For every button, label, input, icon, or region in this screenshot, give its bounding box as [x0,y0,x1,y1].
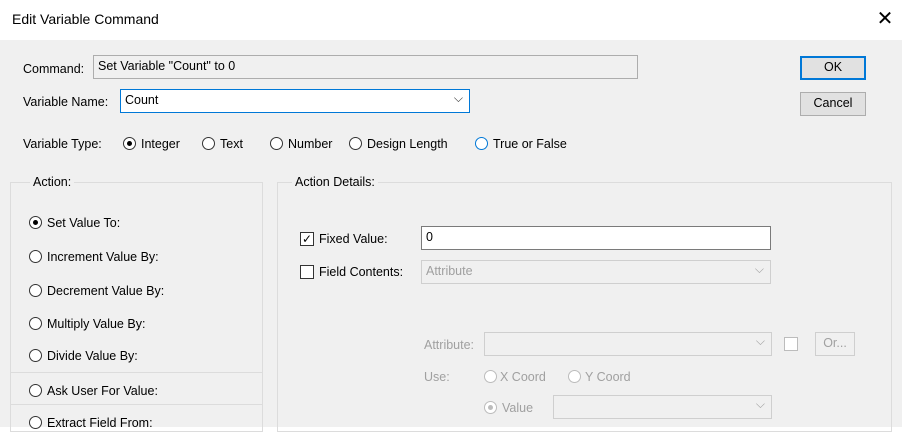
radio-decrement-value-label: Decrement Value By: [47,284,165,298]
radio-multiply-value[interactable] [29,317,42,330]
radio-ask-user-label: Ask User For Value: [47,384,158,398]
attribute-or-checkbox[interactable] [784,337,798,351]
radio-increment-value-label: Increment Value By: [47,250,159,264]
action-separator-2 [11,404,262,405]
action-separator [11,372,262,373]
use-label: Use: [424,370,450,384]
or-button[interactable]: Or... [815,332,855,356]
radio-extract-field-label: Extract Field From: [47,416,153,430]
radio-number[interactable] [270,137,283,150]
variable-name-combo[interactable]: Count ⌵ [120,89,470,113]
radio-set-value-label: Set Value To: [47,216,121,230]
attribute-label: Attribute: [424,338,475,352]
chevron-down-icon[interactable]: ⌵ [454,91,463,106]
radio-decrement-value[interactable] [29,284,42,297]
variable-type-label: Variable Type: [23,137,102,151]
command-display: Set Variable "Count" to 0 [93,55,638,79]
radio-ask-user[interactable] [29,384,42,397]
radio-divide-value[interactable] [29,349,42,362]
attribute-combo[interactable]: ⌵ [484,332,772,356]
radio-value-label: Value [502,401,534,415]
variable-name-label: Variable Name: [23,95,109,109]
radio-true-or-false-label: True or False [493,137,567,151]
radio-text-label: Text [220,137,243,151]
radio-integer-label: Integer [141,137,180,151]
ok-button[interactable]: OK [800,56,866,80]
radio-value[interactable] [484,401,497,414]
radio-x-coord-label: X Coord [500,370,546,384]
checkmark-icon: ✓ [300,232,314,246]
radio-y-coord-label: Y Coord [585,370,631,384]
chevron-down-icon[interactable]: ⌵ [756,334,765,349]
use-value-combo[interactable]: ⌵ [553,395,772,419]
radio-text[interactable] [202,137,215,150]
fixed-value-label: Fixed Value: [319,232,388,246]
field-contents-combo[interactable]: Attribute ⌵ [421,260,771,284]
radio-design-length-label: Design Length [367,137,448,151]
chevron-down-icon[interactable]: ⌵ [755,262,764,277]
field-contents-value: Attribute [426,264,473,278]
action-details-group-label: Action Details: [292,175,378,189]
command-label: Command: [23,62,85,76]
action-group-label: Action: [30,175,75,189]
radio-y-coord[interactable] [568,370,581,383]
field-contents-checkbox[interactable] [300,265,314,279]
radio-increment-value[interactable] [29,250,42,263]
radio-extract-field[interactable] [29,416,42,429]
radio-true-or-false[interactable] [475,137,488,150]
radio-integer[interactable] [123,137,136,150]
radio-design-length[interactable] [349,137,362,150]
cancel-button[interactable]: Cancel [800,92,866,116]
variable-name-value: Count [125,93,159,107]
radio-divide-value-label: Divide Value By: [47,349,138,363]
chevron-down-icon[interactable]: ⌵ [756,397,765,412]
window-title: Edit Variable Command [12,11,159,27]
close-icon[interactable]: ✕ [873,7,897,31]
fixed-value-input[interactable]: 0 [421,226,771,250]
field-contents-label: Field Contents: [319,265,404,279]
fixed-value-checkbox[interactable]: ✓ [300,232,314,246]
radio-set-value[interactable] [29,216,42,229]
radio-number-label: Number [288,137,333,151]
radio-multiply-value-label: Multiply Value By: [47,317,146,331]
radio-x-coord[interactable] [484,370,497,383]
